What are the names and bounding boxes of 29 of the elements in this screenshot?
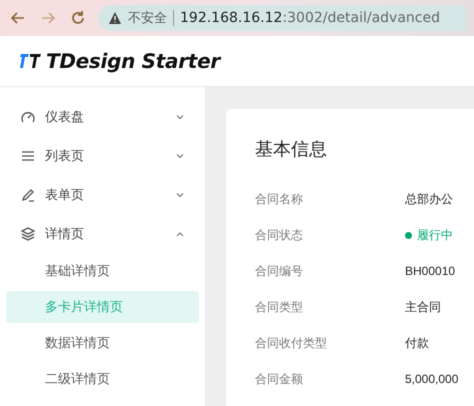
url-path: :3002/detail/advanced (282, 10, 440, 26)
menu-item[interactable]: 详情页 (6, 214, 199, 253)
field-value: 5,000,000 (405, 372, 460, 386)
submenu-item[interactable]: 基础详情页 (6, 255, 199, 287)
layers-icon (20, 226, 36, 242)
logo-icon (20, 52, 42, 70)
field-value: 总部办公 (405, 190, 454, 208)
menu-item[interactable]: 仪表盘 (6, 97, 199, 136)
card-title: 基本信息 (255, 138, 328, 161)
field-value: BH00010 (405, 264, 456, 278)
security-label: 不安全 (128, 10, 167, 27)
field-label: 合同收付类型 (255, 334, 328, 352)
logo-text: TDesign Starter (46, 49, 220, 73)
submenu-item[interactable]: 数据详情页 (6, 327, 199, 359)
warning-icon (108, 11, 122, 25)
submenu-item[interactable]: 二级详情页 (6, 363, 199, 395)
field-label: 合同金额 (255, 370, 304, 388)
field-label: 合同类型 (255, 298, 304, 316)
status-text: 履行中 (417, 226, 453, 244)
menu-item[interactable]: 列表页 (6, 136, 199, 175)
url-host: 192.168.16.12 (180, 10, 282, 26)
field-label: 合同名称 (255, 190, 304, 208)
address-bar[interactable]: 不安全 192.168.16.12:3002/detail/advanced (98, 5, 466, 31)
menu-item[interactable]: 表单页 (6, 175, 199, 214)
field-label: 合同编号 (255, 262, 304, 280)
field-value: 主合同 (405, 298, 442, 316)
field-label: 合同状态 (255, 226, 304, 244)
pencil-icon (20, 186, 36, 202)
field-value: 付款 (405, 334, 430, 352)
